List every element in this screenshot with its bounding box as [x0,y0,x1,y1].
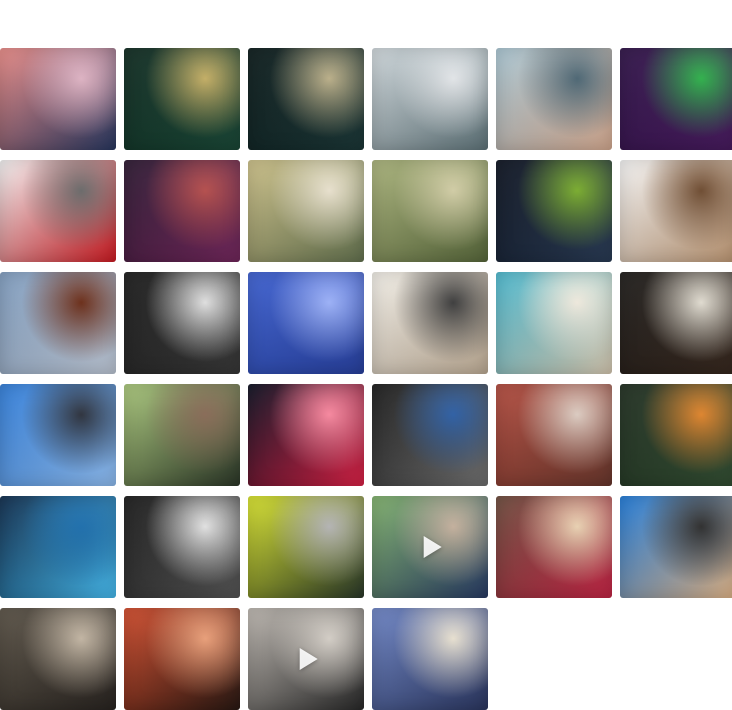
gallery-thumbnail[interactable] [496,160,612,262]
gallery-thumbnail[interactable] [124,496,240,598]
thumbnail-vignette [124,160,240,262]
gallery-thumbnail[interactable] [620,48,732,150]
gallery-thumbnail[interactable] [496,272,612,374]
thumbnail-vignette [0,272,116,374]
gallery-thumbnail[interactable] [124,48,240,150]
thumbnail-vignette [0,608,116,710]
gallery-thumbnail[interactable] [248,608,364,710]
thumbnail-vignette [620,496,732,598]
thumbnail-vignette [248,384,364,486]
thumbnail-vignette [0,496,116,598]
thumbnail-vignette [0,160,116,262]
thumbnail-vignette [496,48,612,150]
thumbnail-vignette [620,160,732,262]
gallery-thumbnail[interactable] [620,272,732,374]
gallery-thumbnail[interactable] [496,384,612,486]
thumbnail-vignette [372,384,488,486]
gallery-thumbnail[interactable] [248,496,364,598]
gallery-thumbnail[interactable] [248,272,364,374]
play-icon [299,648,318,670]
thumbnail-vignette [248,272,364,374]
gallery-thumbnail[interactable] [620,384,732,486]
play-icon [423,536,442,558]
thumbnail-vignette [0,384,116,486]
gallery-thumbnail[interactable] [372,48,488,150]
gallery-thumbnail[interactable] [0,496,116,598]
gallery-thumbnail[interactable] [620,496,732,598]
thumbnail-vignette [372,272,488,374]
gallery-thumbnail[interactable] [372,272,488,374]
gallery-thumbnail[interactable] [372,160,488,262]
gallery-thumbnail[interactable] [620,160,732,262]
thumbnail-vignette [248,48,364,150]
gallery-thumbnail[interactable] [496,48,612,150]
photo-grid [0,48,732,710]
gallery-thumbnail[interactable] [0,160,116,262]
gallery-thumbnail[interactable] [124,384,240,486]
gallery-thumbnail[interactable] [124,608,240,710]
gallery-thumbnail[interactable] [124,272,240,374]
thumbnail-vignette [124,496,240,598]
gallery-thumbnail[interactable] [372,608,488,710]
thumbnail-vignette [496,496,612,598]
thumbnail-vignette [620,48,732,150]
gallery-thumbnail[interactable] [372,384,488,486]
thumbnail-vignette [124,384,240,486]
thumbnail-vignette [248,496,364,598]
gallery-thumbnail[interactable] [124,160,240,262]
thumbnail-vignette [124,48,240,150]
thumbnail-vignette [0,48,116,150]
thumbnail-vignette [496,272,612,374]
thumbnail-vignette [372,608,488,710]
gallery-thumbnail[interactable] [496,496,612,598]
gallery-thumbnail[interactable] [0,384,116,486]
thumbnail-vignette [496,384,612,486]
thumbnail-vignette [372,160,488,262]
thumbnail-vignette [620,384,732,486]
gallery-thumbnail[interactable] [0,272,116,374]
thumbnail-vignette [496,160,612,262]
thumbnail-vignette [248,160,364,262]
gallery-thumbnail[interactable] [248,160,364,262]
gallery-thumbnail[interactable] [0,48,116,150]
gallery-thumbnail[interactable] [372,496,488,598]
thumbnail-vignette [620,272,732,374]
gallery-thumbnail[interactable] [248,384,364,486]
thumbnail-vignette [124,272,240,374]
gallery-thumbnail[interactable] [0,608,116,710]
thumbnail-vignette [124,608,240,710]
gallery-thumbnail[interactable] [248,48,364,150]
thumbnail-vignette [372,48,488,150]
